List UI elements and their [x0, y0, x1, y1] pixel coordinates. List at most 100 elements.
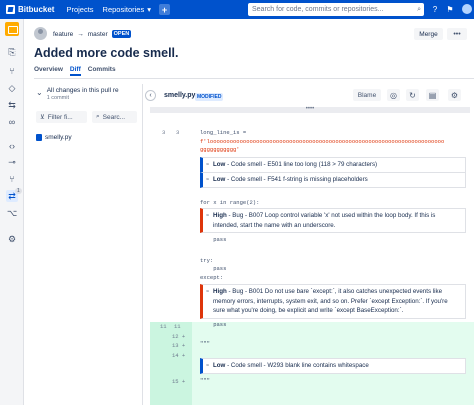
search-files-label: Searc...	[102, 113, 126, 121]
expand-context-button[interactable]: ••••	[150, 106, 470, 113]
code-line: ggggggggggg'	[200, 146, 240, 153]
bell-icon[interactable]: ⚑	[445, 4, 455, 14]
tab-diff[interactable]: Diff	[69, 66, 81, 76]
commit-history-icon[interactable]: ⊸	[6, 156, 18, 168]
compare-icon[interactable]: ⑂	[6, 173, 18, 185]
code-insight-comment[interactable]: ≈ High - Bug - B001 Do not use bare `exc…	[200, 284, 466, 319]
code-line: pass	[200, 236, 227, 243]
old-line-number: 3	[162, 129, 166, 136]
forks-icon[interactable]: ∞	[6, 116, 18, 128]
code-line: except:	[200, 274, 224, 281]
pr-tabs: Overview Diff Commits	[34, 66, 116, 76]
code-line: """	[200, 340, 210, 347]
insight-icon: ≈	[206, 162, 210, 168]
repository-avatar[interactable]	[5, 22, 19, 36]
code-line: for x in range(2):	[200, 199, 260, 206]
comment-text: F541 f-string is missing placeholders	[267, 176, 368, 183]
pull-request-count-badge: 1	[15, 188, 22, 194]
diff-file-name: smelly.py	[164, 92, 196, 99]
watch-icon[interactable]: ◎	[387, 89, 400, 101]
pull-requests-icon[interactable]: ⇆	[6, 99, 18, 111]
chevron-down-icon: ▾	[147, 5, 151, 14]
new-line-number: 3	[176, 129, 180, 136]
code-line: f'looooooooooooooooooooooooooooooooooooo…	[200, 138, 445, 145]
comment-text: B001 Do not use bare `except:`, it also …	[213, 288, 448, 315]
sidebar: ⎘ ⑂ ◇ ⇆ ∞ ‹› ⊸ ⑂ ⇄ 1 ⌥ ⚙	[0, 19, 24, 405]
search-input[interactable]: Search for code, commits or repositories…	[248, 3, 424, 16]
create-button[interactable]: +	[159, 4, 170, 15]
source-icon[interactable]: ⎘	[6, 46, 18, 58]
branches-icon[interactable]: ⑂	[6, 65, 18, 77]
search-files-button[interactable]: ⌕ Searc...	[92, 111, 137, 123]
search-icon: ⌕	[96, 113, 100, 120]
nav-projects[interactable]: Projects	[66, 5, 93, 14]
code-insight-comment[interactable]: ≈ Low - Code smell - E501 line too long …	[200, 157, 466, 173]
source-branch[interactable]: feature	[53, 31, 73, 38]
document-icon[interactable]: ▤	[426, 89, 439, 101]
collapse-sidebar-button[interactable]: ‹	[145, 90, 156, 101]
code-line: pass	[200, 265, 227, 272]
search-placeholder: Search for code, commits or repositories…	[252, 6, 384, 13]
new-line-number: 15 +	[172, 378, 186, 385]
more-actions-button[interactable]: •••	[447, 28, 467, 40]
bitbucket-logo[interactable]: Bitbucket	[6, 5, 54, 14]
top-nav-bar: Bitbucket Projects Repositories ▾ + Sear…	[0, 0, 474, 19]
commits-icon[interactable]: ◇	[6, 82, 18, 94]
settings-icon[interactable]: ⚙	[448, 89, 461, 101]
brand-name: Bitbucket	[18, 5, 55, 14]
commit-count: 1 commit	[46, 95, 70, 101]
status-badge: OPEN	[111, 30, 132, 38]
search-icon: ⌕	[417, 5, 421, 13]
user-avatar[interactable]	[462, 4, 472, 14]
nav-repositories-label: Repositories	[102, 5, 145, 14]
insight-icon: ≈	[206, 289, 210, 295]
all-changes-label: All changes in this pull re	[46, 87, 119, 94]
insight-icon: ≈	[206, 363, 210, 369]
settings-icon[interactable]: ⚙	[6, 233, 18, 245]
modified-badge: MODIFIED	[195, 93, 224, 101]
blame-button[interactable]: Blame	[353, 89, 381, 101]
issue-type: Bug	[232, 288, 244, 295]
issue-type: Bug	[232, 212, 244, 219]
tab-overview[interactable]: Overview	[34, 66, 63, 73]
code-line: long_line_is =	[200, 129, 250, 136]
severity-label: Low	[213, 176, 226, 183]
new-line-number: 11	[174, 323, 181, 330]
file-tree-item-label: smelly.py	[45, 134, 72, 141]
insight-icon: ≈	[206, 213, 210, 219]
added-lines-gutter	[150, 322, 192, 405]
comment-text: B007 Loop control variable 'x' not used …	[213, 212, 436, 229]
code-icon[interactable]: ‹›	[6, 140, 18, 152]
merge-button[interactable]: Merge	[414, 28, 443, 40]
new-line-number: 12 +	[172, 333, 186, 340]
tab-divider	[34, 78, 474, 79]
new-line-number: 13 +	[172, 342, 186, 349]
severity-label: High	[213, 212, 227, 219]
code-insight-comment[interactable]: ≈ High - Bug - B007 Loop control variabl…	[200, 208, 466, 234]
refresh-icon[interactable]: ↻	[406, 89, 419, 101]
merge-icon[interactable]: ⌥	[6, 207, 18, 219]
filter-files-button[interactable]: ⊻ Filter fi...	[36, 111, 87, 123]
code-insight-comment[interactable]: ≈ Low - Code smell - F541 f-string is mi…	[200, 172, 466, 188]
file-icon	[36, 134, 42, 141]
code-line: """	[200, 377, 210, 384]
nav-repositories[interactable]: Repositories ▾	[103, 5, 151, 14]
help-icon[interactable]: ?	[430, 4, 440, 14]
all-changes-selector[interactable]: ⌄ All changes in this pull re 1 commit	[36, 87, 119, 101]
new-line-number: 14 +	[172, 352, 186, 359]
severity-label: Low	[213, 362, 226, 369]
target-branch[interactable]: master	[88, 31, 108, 38]
comment-text: E501 line too long (118 > 79 characters)	[267, 161, 378, 168]
code-insight-comment[interactable]: ≈ Low - Code smell - W293 blank line con…	[200, 358, 466, 374]
author-avatar[interactable]	[34, 27, 47, 40]
filter-icon: ⊻	[40, 114, 45, 121]
page-title: Added more code smell.	[34, 46, 179, 60]
bitbucket-logo-icon	[6, 5, 15, 14]
code-line: pass	[200, 321, 227, 328]
branch-info: feature → master OPEN	[53, 30, 132, 38]
filter-files-label: Filter fi...	[47, 113, 73, 121]
tab-commits[interactable]: Commits	[88, 66, 116, 73]
file-tree-item[interactable]: smelly.py	[36, 134, 72, 141]
arrow-right-icon: →	[77, 30, 84, 38]
insight-icon: ≈	[206, 177, 210, 183]
